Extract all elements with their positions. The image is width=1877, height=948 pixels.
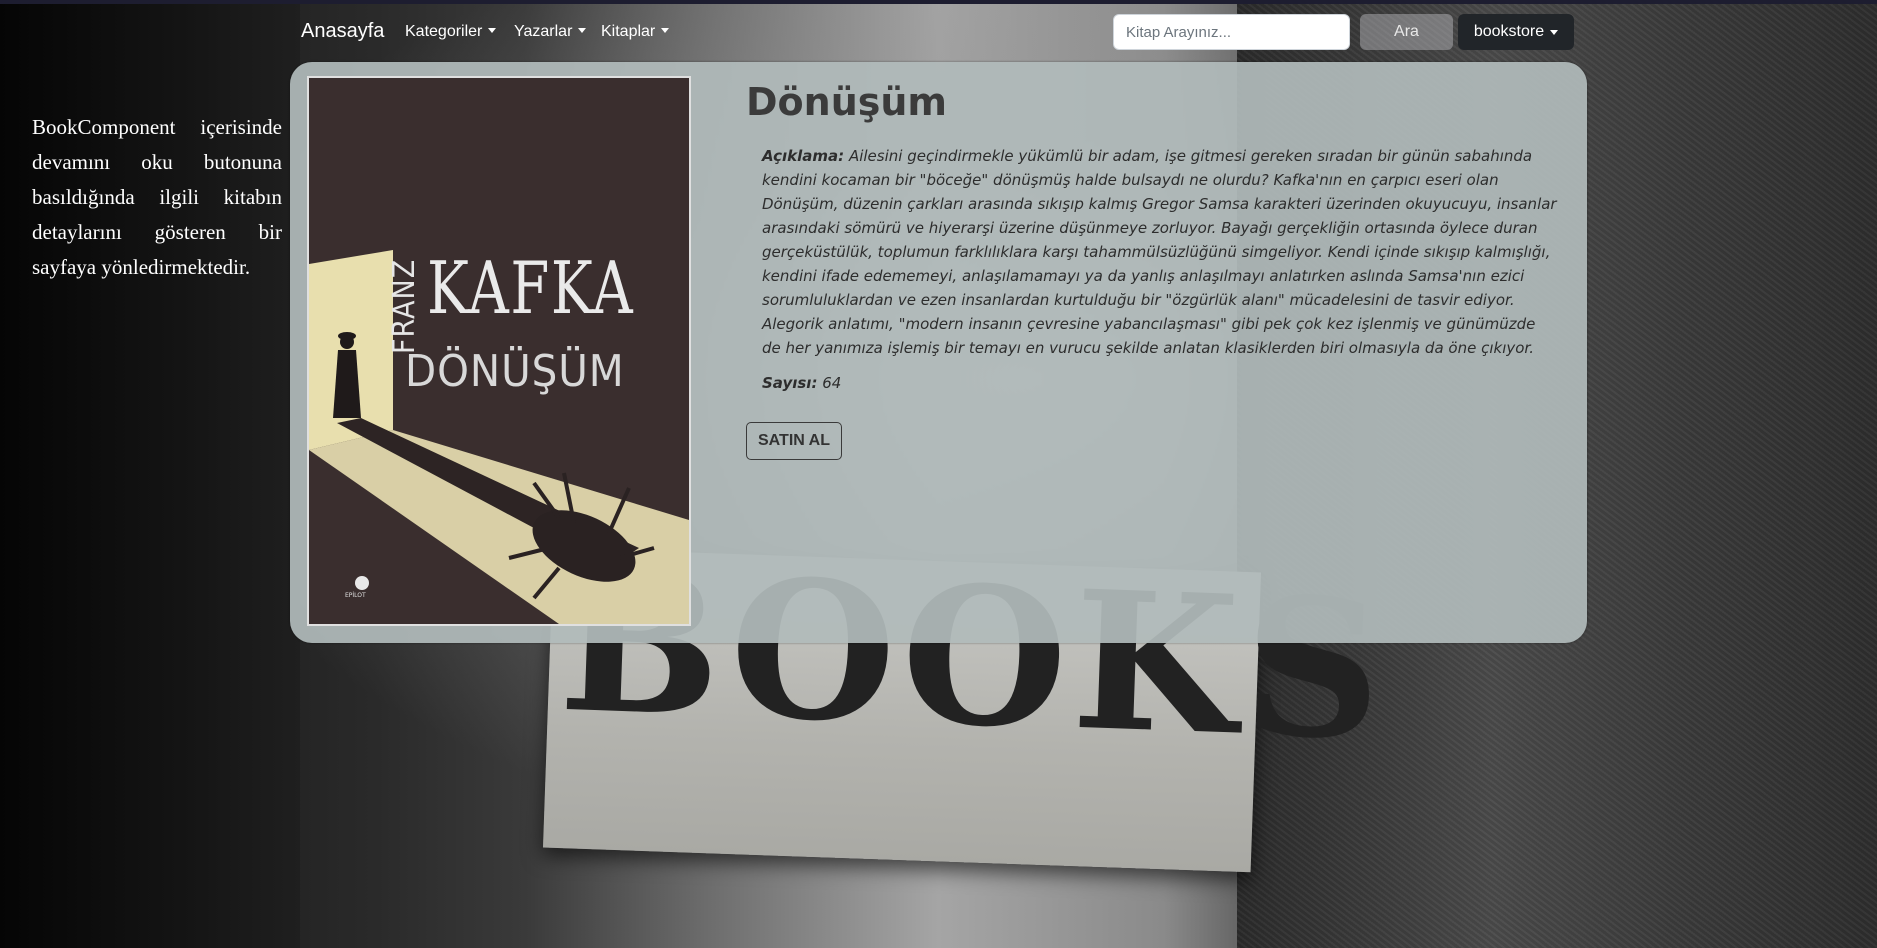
search-button[interactable]: Ara (1360, 14, 1453, 50)
book-detail-card: FRANZ KAFKA DÖNÜŞÜM EPİLOT Dönüşüm Açıkl… (290, 62, 1587, 643)
search-input[interactable] (1113, 14, 1350, 50)
cover-author-first: FRANZ (387, 258, 422, 354)
page-count-value: 64 (822, 374, 842, 392)
caret-down-icon (488, 28, 497, 33)
nav-dropdown-kategoriler[interactable]: Kategoriler (405, 23, 497, 41)
cover-title: DÖNÜŞÜM (405, 346, 625, 397)
caret-down-icon (661, 28, 670, 33)
nav-label: Yazarlar (514, 23, 573, 40)
nav-dropdown-yazarlar[interactable]: Yazarlar (514, 23, 587, 41)
book-description: Açıklama: Ailesini geçindirmekle yükümlü… (762, 144, 1557, 360)
navbar: Anasayfa Kategoriler Yazarlar Kitaplar A… (0, 0, 1877, 58)
page-count-label: Sayısı: (762, 374, 818, 392)
book-cover-image: FRANZ KAFKA DÖNÜŞÜM EPİLOT (307, 76, 691, 626)
user-menu-label: bookstore (1473, 23, 1545, 40)
buy-button[interactable]: SATIN AL (746, 422, 842, 460)
nav-label: Kitaplar (601, 23, 656, 40)
description-text: Ailesini geçindirmekle yükümlü bir adam,… (762, 147, 1557, 357)
cover-author-last: KAFKA (427, 246, 635, 330)
user-menu-button[interactable]: bookstore (1458, 14, 1574, 50)
caret-down-icon (1550, 29, 1559, 35)
brand-link[interactable]: Anasayfa (301, 20, 384, 43)
nav-dropdown-kitaplar[interactable]: Kitaplar (601, 23, 670, 41)
cover-publisher: EPİLOT (345, 592, 366, 599)
book-title: Dönüşüm (746, 80, 948, 124)
book-page-count: Sayısı: 64 (762, 374, 841, 392)
nav-label: Kategoriler (405, 23, 483, 40)
sidebar-note: BookComponent içerisinde devamını oku bu… (32, 115, 282, 279)
caret-down-icon (578, 28, 587, 33)
description-label: Açıklama: (762, 147, 845, 165)
